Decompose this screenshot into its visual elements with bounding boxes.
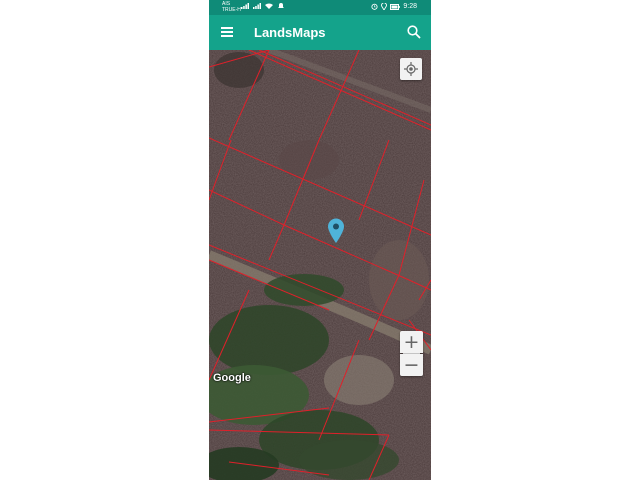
status-bar: AIS TRUE-H 9:28: [209, 0, 431, 15]
clock: 9:28: [403, 3, 417, 10]
carrier-line-2: TRUE-H: [222, 7, 241, 13]
my-location-icon[interactable]: [400, 58, 422, 80]
notification-bell-icon: [278, 3, 284, 8]
google-attribution-logo[interactable]: Google: [213, 372, 251, 384]
signal-icon: [241, 3, 249, 9]
satellite-imagery[interactable]: [209, 50, 431, 480]
location-status-icon: [381, 3, 388, 10]
signal-icon-2: [253, 3, 261, 9]
alarm-icon: [371, 3, 378, 10]
battery-icon: [390, 3, 401, 10]
app-title: LandsMaps: [254, 25, 326, 40]
zoom-in-button[interactable]: +: [400, 331, 423, 353]
phone-screen: AIS TRUE-H 9:28 LandsMaps + − Google: [209, 0, 431, 480]
carrier-label: AIS TRUE-H: [222, 1, 241, 13]
status-icons-left: [241, 3, 285, 9]
crosshair-icon: [404, 62, 418, 76]
app-bar: LandsMaps: [209, 15, 431, 50]
map-pin-icon[interactable]: [327, 218, 345, 244]
hamburger-menu-icon[interactable]: [221, 27, 233, 37]
map-view[interactable]: + − Google: [209, 50, 431, 480]
status-icons-right: 9:28: [371, 3, 417, 10]
wifi-icon: [265, 3, 273, 9]
zoom-out-button[interactable]: −: [400, 354, 423, 376]
search-icon[interactable]: [407, 25, 421, 39]
